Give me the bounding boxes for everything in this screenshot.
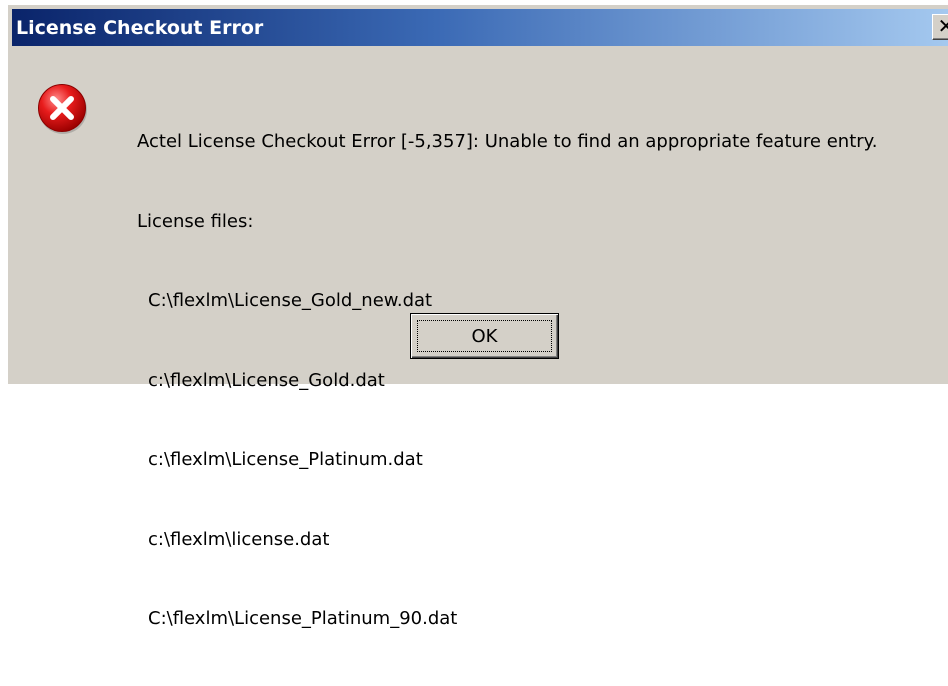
- license-file-path: c:\flexlm\License_Gold.dat: [148, 369, 385, 391]
- license-file-path: C:\flexlm\License_Platinum_90.dat: [148, 608, 458, 629]
- license-file-path: c:\flexlm\License_Platinum.dat: [148, 449, 423, 470]
- license-file-path: c:\flexlm\license.dat: [148, 528, 330, 550]
- error-dialog: License Checkout Error ✕ Actel License C…: [8, 5, 948, 629]
- error-message: Actel License Checkout Error [-5,357]: U…: [137, 76, 877, 686]
- license-files-label: License files:: [137, 210, 254, 232]
- error-icon: [38, 84, 87, 134]
- ok-button[interactable]: OK: [410, 313, 559, 359]
- error-headline: Actel License Checkout Error [-5,357]: U…: [137, 131, 878, 152]
- close-icon: ✕: [937, 14, 948, 38]
- close-button[interactable]: ✕: [932, 14, 948, 40]
- title-bar[interactable]: License Checkout Error ✕: [12, 9, 948, 46]
- license-file-path: C:\flexlm\License_Gold_new.dat: [148, 290, 433, 311]
- ok-button-label: OK: [471, 325, 498, 347]
- window-title: License Checkout Error: [16, 16, 264, 39]
